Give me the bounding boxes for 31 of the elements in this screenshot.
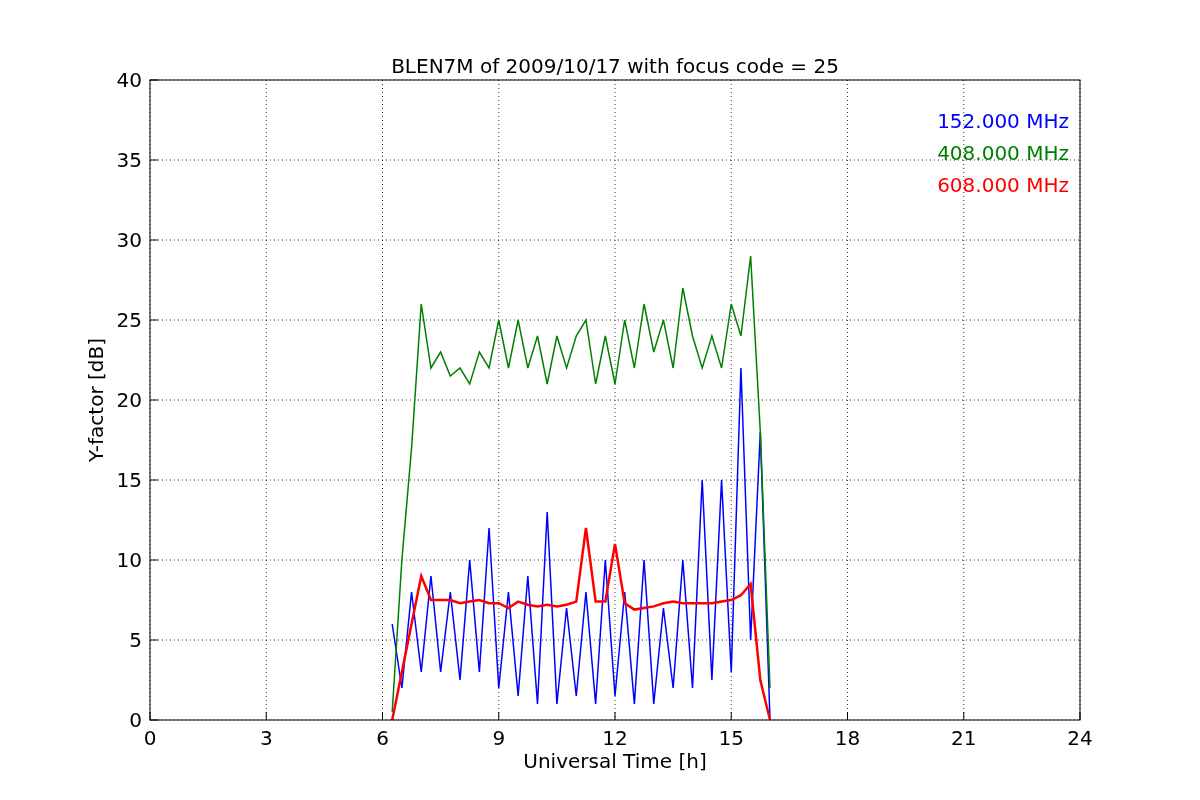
x-tick-label: 3: [259, 726, 273, 750]
x-tick-label: 0: [143, 726, 157, 750]
legend-label: 608.000 MHz: [937, 173, 1069, 197]
chart-title: BLEN7M of 2009/10/17 with focus code = 25: [391, 54, 839, 78]
x-tick-label: 24: [1067, 726, 1093, 750]
tick-mark: [614, 711, 616, 721]
y-tick-label: 40: [116, 68, 142, 92]
legend-label: 408.000 MHz: [937, 141, 1069, 165]
x-tick-label: 18: [834, 726, 861, 750]
tick-mark: [498, 711, 500, 721]
x-tick-label: 21: [951, 726, 977, 750]
y-tick-label: 25: [116, 308, 142, 332]
y-tick-label: 35: [116, 148, 142, 172]
tick-mark: [730, 711, 732, 721]
tick-mark: [382, 711, 383, 721]
tick-mark: [963, 711, 965, 721]
y-tick-label: 10: [116, 548, 142, 572]
x-tick-label: 12: [602, 726, 628, 750]
y-tick-label: 5: [129, 628, 142, 652]
x-tick-label: 6: [376, 726, 389, 750]
y-tick-label: 15: [116, 468, 142, 492]
y-tick-label: 0: [129, 708, 142, 732]
y-tick-label: 30: [116, 228, 142, 252]
x-axis-label: Universal Time [h]: [523, 749, 707, 773]
y-tick-label: 20: [116, 388, 142, 412]
x-tick-label: 9: [492, 726, 506, 750]
legend-label: 152.000 MHz: [937, 109, 1069, 133]
x-tick-label: 15: [718, 726, 744, 750]
tick-mark: [847, 711, 848, 721]
y-axis-label: Y-factor [dB]: [84, 338, 108, 462]
tick-mark: [265, 711, 267, 721]
